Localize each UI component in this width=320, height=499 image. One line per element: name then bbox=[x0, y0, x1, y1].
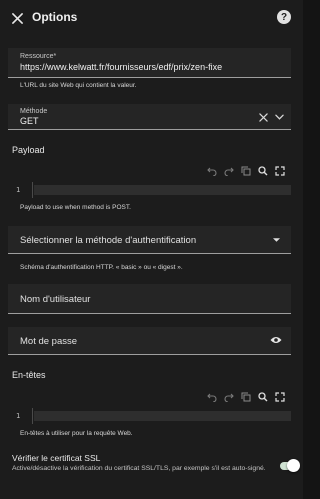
auth-method-placeholder: Sélectionner la méthode d'authentificati… bbox=[20, 235, 197, 246]
password-field[interactable]: Mot de passe bbox=[8, 327, 291, 355]
undo-icon[interactable] bbox=[207, 166, 217, 176]
username-field[interactable]: Nom d'utilisateur bbox=[8, 284, 291, 314]
clear-icon bbox=[258, 112, 268, 122]
auth-method-select[interactable]: Sélectionner la méthode d'authentificati… bbox=[8, 226, 291, 254]
search-icon[interactable] bbox=[258, 166, 268, 176]
method-select[interactable]: Méthode GET bbox=[8, 104, 291, 130]
redo-icon[interactable] bbox=[224, 166, 234, 176]
clear-button[interactable] bbox=[258, 112, 268, 122]
line-number: 1 bbox=[16, 412, 21, 420]
resource-label: Ressource* bbox=[20, 53, 57, 60]
ssl-title: Vérifier le certificat SSL bbox=[12, 453, 101, 463]
help-button[interactable]: ? bbox=[277, 10, 291, 24]
code-line[interactable] bbox=[34, 411, 291, 421]
payload-section-title: Payload bbox=[12, 145, 45, 155]
password-placeholder: Mot de passe bbox=[20, 336, 78, 347]
code-line[interactable] bbox=[34, 185, 291, 195]
payload-editor-toolbar bbox=[202, 166, 292, 180]
headers-section-title: En-têtes bbox=[12, 370, 46, 380]
method-dropdown-button[interactable] bbox=[274, 113, 284, 121]
resource-helper: L'URL du site Web qui contient la valeur… bbox=[20, 82, 137, 89]
eye-icon bbox=[270, 337, 282, 343]
payload-helper: Payload to use when method is POST. bbox=[20, 204, 131, 211]
close-button[interactable] bbox=[8, 9, 26, 27]
resource-value: https://www.kelwatt.fr/fournisseurs/edf/… bbox=[20, 62, 223, 72]
method-label: Méthode bbox=[20, 108, 48, 115]
ssl-toggle-knob[interactable] bbox=[287, 459, 300, 472]
dialog-header: Options ? bbox=[2, 0, 301, 38]
auth-helper: Schéma d'authentification HTTP. « basic … bbox=[20, 264, 183, 271]
headers-editor[interactable]: 1 bbox=[8, 408, 291, 424]
dialog-title: Options bbox=[32, 10, 78, 24]
show-password-button[interactable] bbox=[270, 335, 282, 345]
options-dialog: Options ? Ressource* https://www.kelwatt… bbox=[2, 0, 301, 499]
copy-icon[interactable] bbox=[241, 166, 251, 176]
gutter-divider bbox=[32, 182, 33, 198]
headers-helper: En-têtes à utiliser pour la requête Web. bbox=[20, 430, 133, 437]
gutter-divider bbox=[32, 408, 33, 424]
resource-field[interactable]: Ressource* https://www.kelwatt.fr/fourni… bbox=[8, 48, 291, 78]
redo-icon[interactable] bbox=[224, 392, 234, 402]
fullscreen-icon[interactable] bbox=[275, 392, 285, 402]
undo-icon[interactable] bbox=[207, 392, 217, 402]
line-number: 1 bbox=[16, 186, 21, 194]
caret-down-icon bbox=[272, 238, 280, 242]
auth-dropdown-button[interactable] bbox=[272, 237, 280, 243]
username-placeholder: Nom d'utilisateur bbox=[20, 294, 91, 305]
search-icon[interactable] bbox=[258, 392, 268, 402]
close-icon bbox=[11, 12, 23, 24]
headers-editor-toolbar bbox=[202, 392, 292, 406]
method-value: GET bbox=[20, 116, 39, 126]
chevron-down-icon bbox=[274, 114, 284, 120]
ssl-description: Active/désactive la vérification du cert… bbox=[12, 465, 266, 472]
fullscreen-icon[interactable] bbox=[275, 166, 285, 176]
copy-icon[interactable] bbox=[241, 392, 251, 402]
help-icon: ? bbox=[280, 11, 288, 23]
payload-editor[interactable]: 1 bbox=[8, 182, 291, 198]
